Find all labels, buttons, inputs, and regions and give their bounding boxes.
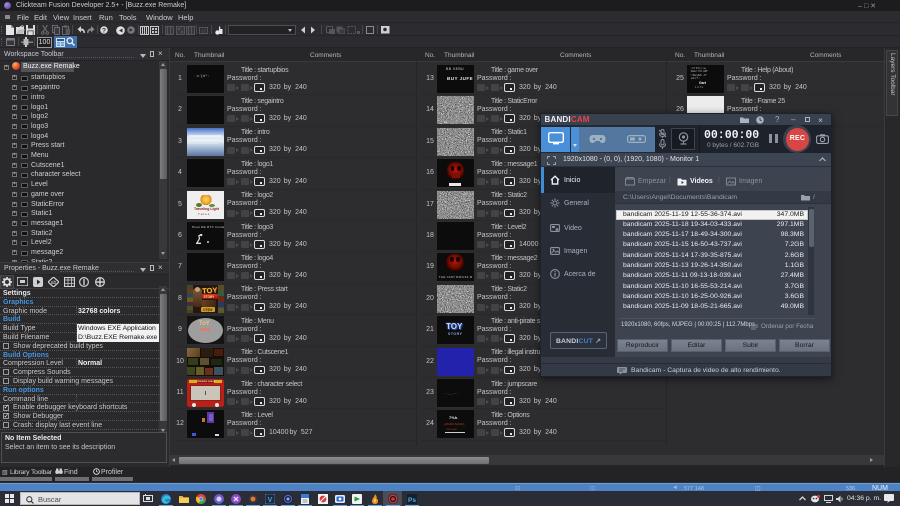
svg-text:ab: ab xyxy=(201,28,207,34)
svg-text:?: ? xyxy=(102,28,106,34)
svg-text:ab: ab xyxy=(51,280,57,286)
svg-text:V: V xyxy=(268,496,273,503)
svg-text:Ps: Ps xyxy=(408,496,416,503)
